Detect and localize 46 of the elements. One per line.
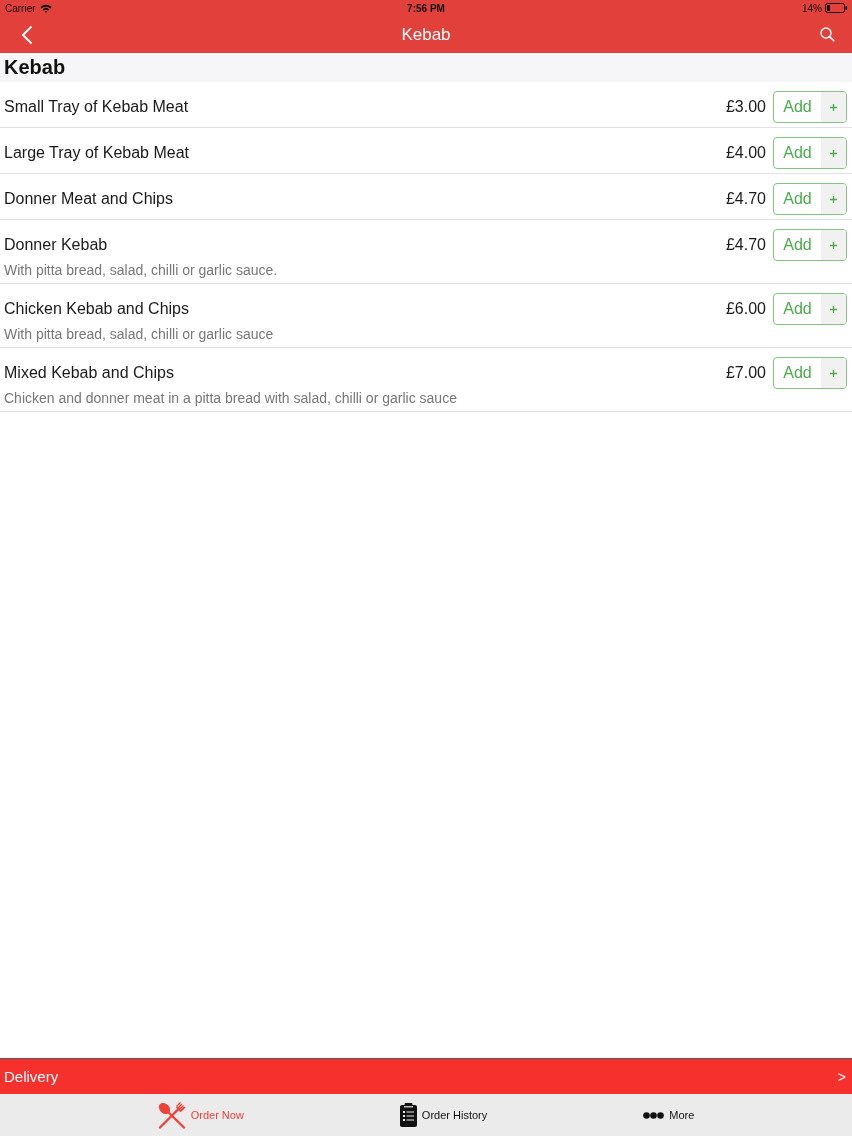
item-price: £4.00 xyxy=(725,144,766,162)
carrier-name: Carrier xyxy=(5,2,36,14)
tab-item[interactable]: More xyxy=(643,1109,695,1121)
battery-icon xyxy=(825,3,847,13)
battery-percent: 14% xyxy=(802,2,822,14)
item-price: £3.00 xyxy=(725,98,766,116)
tab-item[interactable]: Order Now xyxy=(157,1101,244,1129)
add-button[interactable]: Add xyxy=(773,183,847,215)
clipboard-icon xyxy=(399,1103,417,1127)
item-price: £6.00 xyxy=(725,300,766,318)
chevron-right-icon: > xyxy=(837,1068,846,1085)
add-button[interactable]: Add xyxy=(773,137,847,169)
search-icon xyxy=(820,27,835,42)
add-button[interactable]: Add xyxy=(773,229,847,261)
back-button[interactable] xyxy=(21,24,33,45)
chevron-left-icon xyxy=(21,24,33,45)
plus-icon xyxy=(821,230,846,260)
plus-icon xyxy=(821,358,846,388)
fork-and-spoon-icon xyxy=(157,1101,186,1129)
add-button[interactable]: Add xyxy=(773,91,847,123)
item-price: £4.70 xyxy=(725,190,766,208)
section-title: Kebab xyxy=(4,56,66,79)
item-name: Small Tray of Kebab Meat xyxy=(4,98,190,116)
plus-icon xyxy=(821,138,846,168)
item-price: £4.70 xyxy=(725,236,766,254)
item-name: Donner Kebab xyxy=(4,236,109,254)
item-description: With pitta bread, salad, chilli or garlic sauce xyxy=(4,325,275,343)
more-icon xyxy=(643,1111,665,1119)
add-button[interactable]: Add xyxy=(773,293,847,325)
plus-icon xyxy=(821,184,846,214)
item-name: Donner Meat and Chips xyxy=(4,190,174,208)
clock-time: 7:56 PM xyxy=(407,2,445,14)
item-description: With pitta bread, salad, chilli or garlic sauce. xyxy=(4,261,279,279)
plus-icon xyxy=(821,92,846,122)
item-name: Chicken Kebab and Chips xyxy=(4,300,190,318)
item-description: Chicken and donner meat in a pitta bread with salad, chilli or garlic sauce xyxy=(4,389,458,407)
search-button[interactable] xyxy=(820,27,835,42)
item-name: Large Tray of Kebab Meat xyxy=(4,144,190,162)
delivery-button[interactable]: Delivery > xyxy=(0,1059,852,1094)
plus-icon xyxy=(821,294,846,324)
nav-title: Kebab xyxy=(400,24,452,45)
item-price: £7.00 xyxy=(725,364,766,382)
add-button[interactable]: Add xyxy=(773,357,847,389)
item-name: Mixed Kebab and Chips xyxy=(4,364,175,382)
wifi-icon xyxy=(39,3,52,13)
tab-item[interactable]: Order History xyxy=(399,1103,488,1127)
